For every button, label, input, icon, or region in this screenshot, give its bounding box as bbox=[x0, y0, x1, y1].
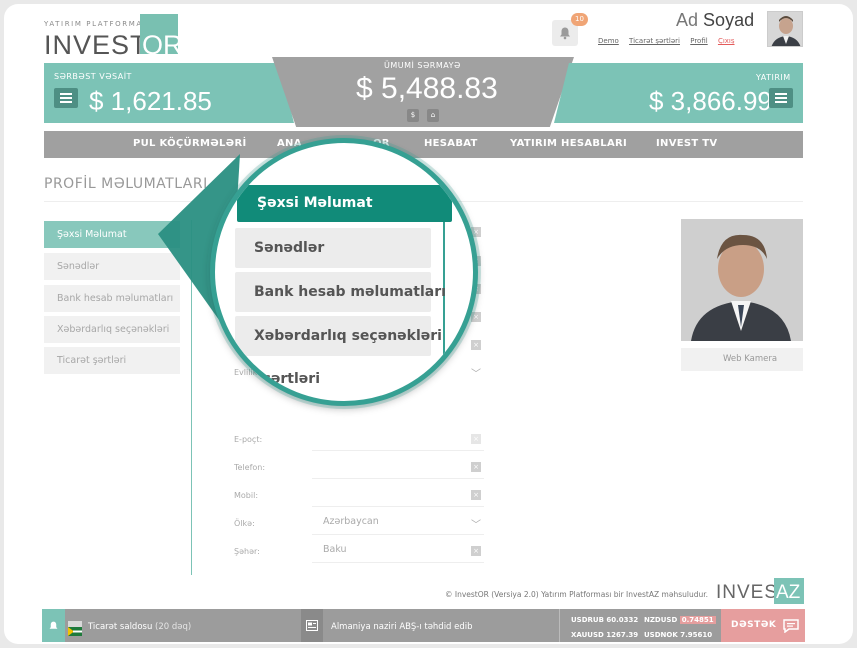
magnified-item-cut: t şərtləri bbox=[251, 371, 320, 387]
magnified-item-bank-details[interactable]: Bank hesab məlumatları bbox=[235, 272, 446, 312]
magnified-item-personal-info[interactable]: Şəxsi Məlumat bbox=[237, 185, 452, 222]
magnified-item-documents[interactable]: Sənədlər bbox=[235, 228, 431, 268]
magnifier-lens: Şəxsi Məlumat Sənədlər Bank hesab məluma… bbox=[210, 138, 478, 406]
magnified-item-notification-options[interactable]: Xəbərdarlıq seçənəkləri bbox=[235, 316, 442, 356]
app-window: YATIRIM PLATFORMASI INVEST OR 10 Ad Soya… bbox=[4, 4, 853, 644]
